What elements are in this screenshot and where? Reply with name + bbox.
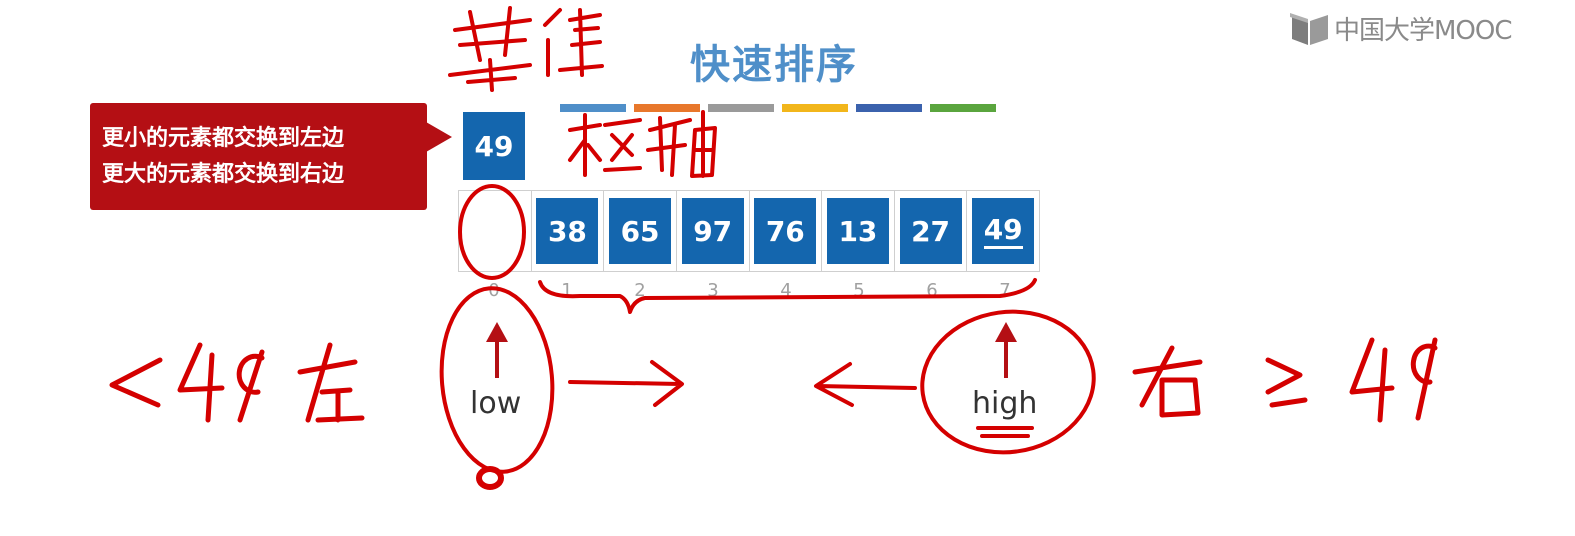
array-cell-6: 27 xyxy=(895,191,968,271)
slide-title: 快速排序 xyxy=(690,42,858,88)
mooc-book-icon xyxy=(1290,12,1328,45)
low-pointer-label: low xyxy=(470,386,522,421)
high-pointer-label: high xyxy=(972,386,1038,421)
cell-value: 76 xyxy=(754,198,817,264)
color-bar xyxy=(782,104,848,112)
color-bar xyxy=(930,104,996,112)
mooc-logo: 中国大学MOOC xyxy=(1288,10,1513,47)
handwriting-right-ge-49 xyxy=(1132,337,1438,423)
color-bar xyxy=(708,104,774,112)
callout-box: 更小的元素都交换到左边 更大的元素都交换到右边 xyxy=(90,103,427,210)
callout-line-1: 更小的元素都交换到左边 xyxy=(102,126,345,151)
index-label: 6 xyxy=(926,280,938,301)
cell-value-text: 49 xyxy=(983,213,1023,249)
index-label: 0 xyxy=(488,280,500,301)
zero-mark xyxy=(476,466,504,490)
low-pointer-arrow xyxy=(486,322,508,378)
handwriting-less-than-49-left xyxy=(109,342,365,423)
color-bar-strip xyxy=(560,104,996,112)
cell-value: 65 xyxy=(609,198,672,264)
arrow-left xyxy=(814,362,917,407)
index-label: 4 xyxy=(780,280,792,301)
array-row: 38 65 97 76 13 27 49 xyxy=(458,190,1040,272)
cell-value: 38 xyxy=(536,198,599,264)
cell-value: 49 xyxy=(972,198,1035,264)
array-cell-4: 76 xyxy=(750,191,823,271)
cell-value xyxy=(464,198,526,264)
cell-value: 13 xyxy=(826,198,889,264)
index-label: 7 xyxy=(999,280,1011,301)
index-label: 2 xyxy=(634,280,646,301)
color-bar xyxy=(560,104,626,112)
color-bar xyxy=(634,104,700,112)
cell-value: 97 xyxy=(681,198,744,264)
logo-text: 中国大学MOOC xyxy=(1334,16,1513,46)
callout-arrow xyxy=(426,122,452,152)
handwriting-jizhun xyxy=(448,6,604,92)
array-cell-2: 65 xyxy=(604,191,677,271)
arrow-right xyxy=(568,360,684,407)
array-cell-7: 49 xyxy=(967,191,1039,271)
index-label: 5 xyxy=(853,280,865,301)
circle-high xyxy=(920,309,1096,455)
index-label: 3 xyxy=(707,280,719,301)
array-cell-5: 13 xyxy=(822,191,895,271)
color-bar xyxy=(856,104,922,112)
high-pointer-arrow xyxy=(995,322,1017,378)
underline-high xyxy=(976,426,1034,438)
array-cell-1: 38 xyxy=(532,191,605,271)
handwriting-shuzhou xyxy=(568,110,717,178)
array-cell-0 xyxy=(459,191,532,271)
circle-low xyxy=(439,286,555,474)
array-cell-3: 97 xyxy=(677,191,750,271)
index-label: 1 xyxy=(561,280,573,301)
pivot-cell: 49 xyxy=(463,112,525,180)
callout-line-2: 更大的元素都交换到右边 xyxy=(102,162,345,187)
cell-value: 27 xyxy=(899,198,962,264)
